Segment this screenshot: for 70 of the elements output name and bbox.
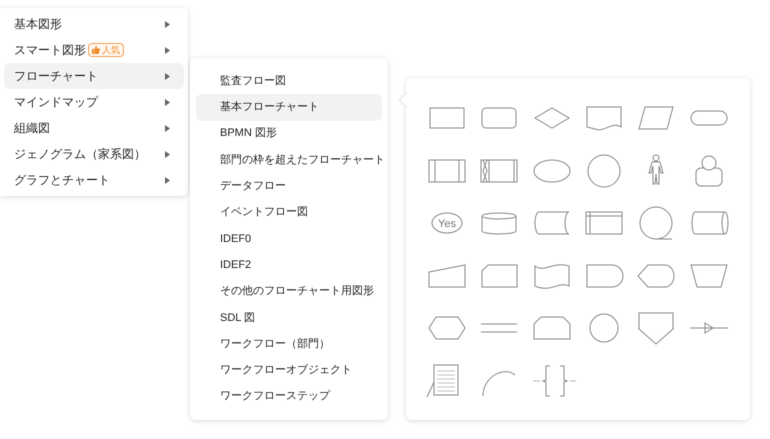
submenu-item[interactable]: データフロー xyxy=(196,173,382,200)
menu-item[interactable]: ジェノグラム（家系図） xyxy=(4,141,184,167)
user-shape-icon[interactable] xyxy=(695,155,722,186)
caret-icon xyxy=(165,98,170,106)
parallelogram-shape-icon[interactable] xyxy=(638,106,674,130)
storage-shape-icon[interactable] xyxy=(585,212,622,235)
display-shape-icon[interactable] xyxy=(638,264,675,288)
submenu-item[interactable]: 監査フロー図 xyxy=(196,68,382,94)
delay-shape-icon[interactable] xyxy=(586,264,624,288)
menu-item[interactable]: フローチャート xyxy=(4,63,184,89)
oval-shape-icon[interactable] xyxy=(432,212,462,234)
document-shape-icon[interactable] xyxy=(586,106,622,131)
caret-icon xyxy=(165,150,170,158)
terminator-shape-icon[interactable] xyxy=(690,110,728,126)
caret-icon xyxy=(165,124,170,132)
menu-label: マインドマップ xyxy=(14,94,98,111)
drum-shape-icon[interactable] xyxy=(691,212,728,235)
diamond-shape-icon[interactable] xyxy=(534,108,570,129)
menu-label: ジェノグラム（家系図） xyxy=(14,146,146,163)
predefined-shape-icon[interactable] xyxy=(428,159,466,182)
submenu-item[interactable]: ワークフロー（部門） xyxy=(196,330,382,358)
tailcircle-shape-icon[interactable] xyxy=(640,206,673,240)
menu-item[interactable]: スマート図形 人気 xyxy=(4,37,184,63)
looplimit-shape-icon[interactable] xyxy=(533,316,570,340)
submenu-item[interactable]: 基本フローチャート xyxy=(196,94,382,121)
annotation-shape-icon[interactable] xyxy=(426,364,458,398)
smallcircle-shape-icon[interactable] xyxy=(589,314,618,343)
offpage-shape-icon[interactable] xyxy=(638,312,674,345)
caret-icon xyxy=(165,176,170,184)
manualinput-shape-icon[interactable] xyxy=(428,264,466,288)
submenu-item[interactable]: その他のフローチャート用図形 xyxy=(196,278,382,305)
menu-label: 組織図 xyxy=(14,120,50,137)
menu-item[interactable]: 基本図形 xyxy=(4,11,184,37)
tape-shape-icon[interactable] xyxy=(534,264,570,288)
caret-icon xyxy=(165,20,170,28)
submenu-item[interactable]: IDEF0 xyxy=(196,226,382,252)
menu-label: スマート図形 xyxy=(14,42,86,59)
submenu-item[interactable]: SDL 図 xyxy=(196,304,382,331)
submenu-item[interactable]: イベントフロー図 xyxy=(196,199,382,226)
menu-item[interactable]: グラフとチャート xyxy=(4,167,184,193)
submenu-item[interactable]: BPMN 図形 xyxy=(196,120,382,147)
menu-item[interactable]: マインドマップ xyxy=(4,89,184,115)
figure-shape-icon[interactable] xyxy=(648,154,664,184)
ellipse-shape-icon[interactable] xyxy=(533,159,570,182)
cylinder-shape-icon[interactable] xyxy=(482,212,517,235)
caret-icon xyxy=(165,46,170,54)
arrowline-shape-icon[interactable] xyxy=(689,322,728,334)
rectangle-shape-icon[interactable] xyxy=(430,108,464,129)
submenu-item[interactable]: ワークフローオブジェクト xyxy=(196,357,382,384)
caret-icon xyxy=(165,72,170,80)
stored-shape-icon[interactable] xyxy=(534,212,570,235)
crossed-shape-icon[interactable] xyxy=(480,159,518,182)
arc-shape-icon[interactable] xyxy=(482,370,516,396)
submenu-item[interactable]: IDEF2 xyxy=(196,252,382,278)
submenu-item[interactable]: 部門の枠を超えたフローチャート xyxy=(196,146,382,174)
braces-shape-icon[interactable] xyxy=(532,365,576,396)
hexagon-shape-icon[interactable] xyxy=(428,316,466,340)
trapezoid-shape-icon[interactable] xyxy=(690,264,728,288)
rounded-shape-icon[interactable] xyxy=(482,108,517,129)
menu-label: グラフとチャート xyxy=(14,172,110,189)
submenu-item[interactable]: ワークフローステップ xyxy=(196,384,382,410)
card-shape-icon[interactable] xyxy=(482,264,518,288)
menu-label: 基本図形 xyxy=(14,16,62,33)
shape-label: Yes xyxy=(438,218,456,230)
badge-label: 人気 xyxy=(102,44,120,56)
menu-label: フローチャート xyxy=(14,68,98,85)
menu-item[interactable]: 組織図 xyxy=(4,115,184,141)
thumbs-up-icon xyxy=(92,46,100,54)
parallel-shape-icon[interactable] xyxy=(480,324,518,333)
circle-shape-icon[interactable] xyxy=(587,154,620,188)
